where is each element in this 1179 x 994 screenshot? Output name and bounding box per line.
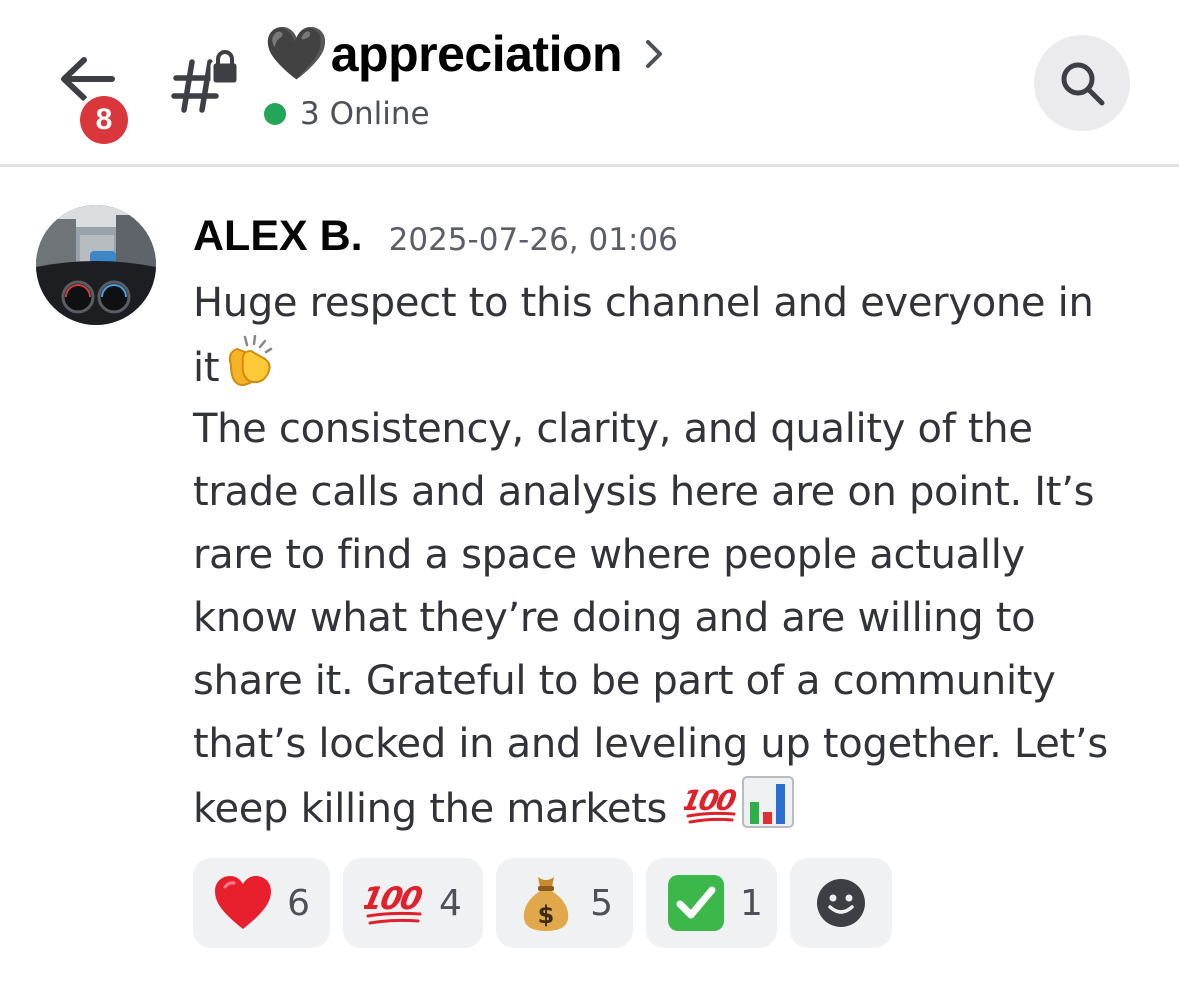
reactions-bar: 6 100 4 $ 5 1: [193, 858, 892, 948]
reaction-red-heart[interactable]: 6: [193, 858, 330, 948]
message-header: ALEX B. 2025-07-26, 01:06: [193, 212, 678, 261]
black-heart-emoji: 🖤: [264, 24, 329, 84]
message-line: rare to find a space where people actual…: [193, 532, 1025, 578]
channel-header: 8 🖤 appreciation 3 Online: [0, 0, 1179, 167]
check-mark-button-icon: [666, 872, 726, 934]
message-line: keep killing the markets 100: [193, 776, 1153, 839]
online-count: 3 Online: [300, 96, 430, 132]
search-button[interactable]: [1034, 35, 1130, 131]
message-line: The consistency, clarity, and quality of…: [193, 406, 1033, 452]
svg-text:100: 100: [364, 881, 424, 917]
hundred-points-emoji: 100: [678, 780, 738, 847]
message-line: know what they’re doing and are willing …: [193, 595, 1036, 641]
add-reaction-icon: [817, 879, 865, 927]
message-line: Huge respect to this channel and everyon…: [193, 280, 1094, 326]
reaction-money-bag[interactable]: $ 5: [496, 858, 633, 948]
reaction-count: 1: [740, 882, 763, 924]
reaction-hundred-points[interactable]: 100 4: [343, 858, 483, 948]
chevron-right-icon: [646, 40, 663, 68]
locked-channel-icon: [170, 50, 240, 114]
message-content: Huge respect to this channel and everyon…: [193, 272, 1153, 839]
reaction-count: 6: [287, 882, 310, 924]
author-name[interactable]: ALEX B.: [193, 212, 363, 261]
svg-text:$: $: [538, 901, 555, 929]
avatar[interactable]: [36, 205, 156, 325]
add-reaction-button[interactable]: [790, 858, 892, 948]
message-line: it: [193, 334, 1153, 398]
message-timestamp: 2025-07-26, 01:06: [388, 222, 678, 258]
reaction-count: 5: [590, 882, 613, 924]
online-indicator: [264, 103, 286, 125]
clapping-hands-emoji: [223, 334, 279, 406]
bar-chart-emoji: [741, 776, 794, 847]
red-heart-icon: [213, 872, 273, 934]
online-status: 3 Online: [264, 96, 430, 132]
reaction-count: 4: [439, 882, 462, 924]
message-line: share it. Grateful to be part of a commu…: [193, 658, 1056, 704]
reaction-check-mark[interactable]: 1: [646, 858, 777, 948]
money-bag-icon: $: [516, 872, 576, 934]
unread-badge: 8: [80, 96, 128, 144]
channel-title[interactable]: 🖤 appreciation: [264, 18, 664, 90]
back-button[interactable]: 8: [50, 50, 128, 144]
search-icon: [1061, 62, 1105, 106]
message-line: trade calls and analysis here are on poi…: [193, 469, 1095, 515]
avatar-image: [36, 205, 156, 325]
hundred-points-icon: 100: [363, 872, 425, 934]
channel-name: appreciation: [330, 26, 623, 82]
message-line: that’s locked in and leveling up togethe…: [193, 721, 1108, 767]
